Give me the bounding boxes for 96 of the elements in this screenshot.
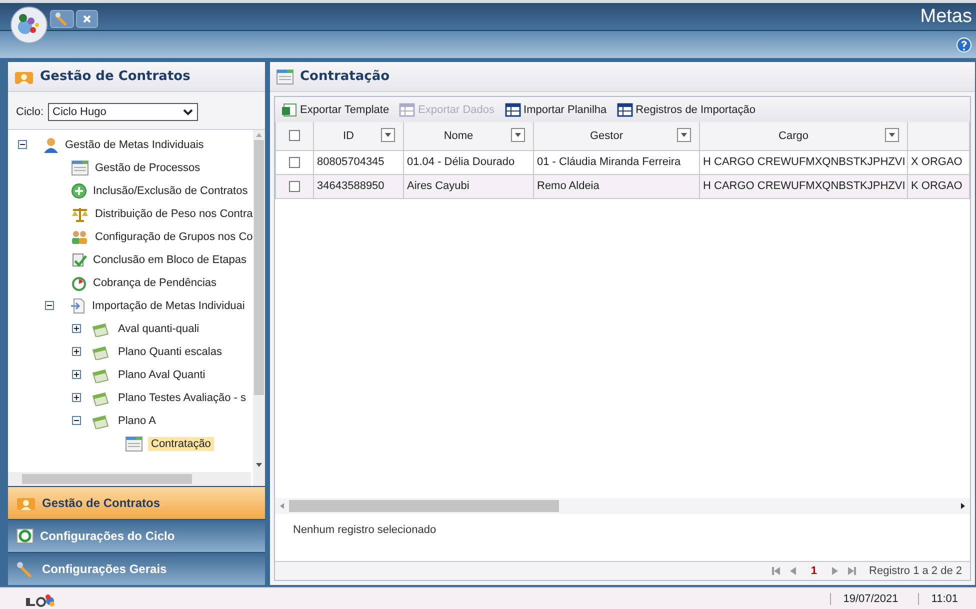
tree-item[interactable]: Plano Quanti escalas	[115, 344, 225, 358]
people-icon	[71, 228, 89, 244]
caret-icon	[680, 132, 688, 138]
calendar-icon	[91, 344, 109, 360]
document-icon	[125, 436, 143, 452]
column-menu-button[interactable]	[381, 128, 395, 142]
calendar-icon	[91, 320, 109, 336]
check-document-icon	[71, 252, 87, 268]
column-header: Cargo	[778, 130, 808, 142]
tree-item[interactable]: Configuração de Grupos nos Co	[92, 230, 253, 244]
person-icon	[43, 136, 59, 152]
table-cell: H CARGO CREWUFMXQNBSTKJPHZVI	[703, 156, 906, 168]
calendar-icon	[91, 390, 109, 406]
scroll-left-icon[interactable]	[279, 502, 285, 510]
tree-item[interactable]: Gestão de Processos	[92, 160, 204, 174]
tree-item[interactable]: Aval quanti-quali	[115, 322, 202, 336]
caret-icon	[514, 132, 522, 138]
table-icon	[399, 102, 416, 118]
previous-page-icon	[788, 566, 797, 576]
app-logo[interactable]	[10, 6, 48, 44]
table-cell: Aires Cayubi	[407, 180, 470, 192]
document-icon	[71, 160, 89, 176]
clock-icon	[71, 274, 87, 290]
toolbar-button[interactable]: Exportar Template	[281, 102, 390, 118]
cycle-icon	[16, 528, 34, 544]
table-cell: X ORGAO	[911, 156, 962, 168]
next-page-icon	[831, 566, 840, 576]
wrench-icon	[55, 12, 69, 26]
status-date: 19/07/2021	[830, 592, 910, 604]
horizontal-scrollbar[interactable]	[8, 472, 251, 486]
page-number: 1	[810, 565, 818, 577]
column-header: Gestor	[590, 130, 623, 142]
plus-circle-icon	[71, 182, 87, 198]
table-cell: H CARGO CREWUFMXQNBSTKJPHZVI	[703, 180, 906, 192]
row-checkbox[interactable]	[289, 180, 300, 192]
status-time: 11:01	[918, 592, 970, 604]
cycle-select[interactable]: Ciclo Hugo	[48, 103, 198, 121]
expand-toggle[interactable]	[72, 370, 81, 379]
horizontal-scrollbar[interactable]	[275, 498, 970, 514]
column-header: ID	[343, 130, 354, 142]
table-cell: Remo Aldeia	[537, 180, 600, 192]
selection-status: Nenhum registro selecionado	[293, 524, 436, 536]
person-folder-icon	[16, 495, 36, 511]
table-cell: 01 - Cláudia Miranda Ferreira	[537, 156, 681, 168]
close-tab[interactable]	[76, 10, 98, 28]
expand-toggle[interactable]	[72, 324, 81, 333]
last-page-icon	[847, 566, 858, 576]
scroll-right-icon[interactable]	[960, 502, 966, 510]
panel-title: Contratação	[300, 69, 390, 84]
vertical-scrollbar[interactable]	[253, 130, 265, 486]
tree-item[interactable]: Conclusão em Bloco de Etapas	[90, 252, 250, 266]
import-document-icon	[70, 298, 86, 314]
tree-item[interactable]: Importação de Metas Individuai	[89, 298, 248, 312]
caret-icon	[888, 132, 896, 138]
caret-icon	[384, 132, 392, 138]
app-title: Metas	[920, 6, 972, 28]
select-all-checkbox[interactable]	[289, 130, 300, 142]
column-header: Nome	[444, 130, 474, 142]
calendar-icon	[91, 366, 109, 382]
expand-toggle[interactable]	[72, 393, 81, 402]
expand-toggle[interactable]	[72, 347, 81, 356]
tree-item[interactable]: Plano Aval Quanti	[115, 368, 208, 382]
collapse-toggle[interactable]	[18, 140, 27, 149]
table-cell: 80805704345	[317, 156, 384, 168]
toolbar-button[interactable]: Importar Planilha	[504, 102, 607, 118]
tree-item[interactable]: Contratação	[148, 436, 214, 450]
toolbar-button[interactable]: Registros de Importação	[616, 102, 756, 118]
table-cell: 34643588950	[317, 180, 384, 192]
tree-item[interactable]: Cobrança de Pendências	[90, 276, 220, 290]
tree-item[interactable]: Plano Testes Avaliação - s	[115, 390, 250, 404]
cycle-label: Ciclo:	[16, 106, 44, 118]
tree-item[interactable]: Gestão de Metas Individuais	[62, 138, 207, 152]
collapse-toggle[interactable]	[45, 301, 54, 310]
table-cell: K ORGAO	[911, 180, 962, 192]
section-header[interactable]: Gestão de Contratos	[8, 486, 265, 519]
tree-item[interactable]: Inclusão/Exclusão de Contratos	[90, 184, 251, 198]
chevron-down-icon	[182, 108, 193, 116]
first-page-icon	[770, 566, 781, 576]
column-menu-button[interactable]	[511, 128, 525, 142]
table-icon	[504, 102, 521, 118]
close-icon	[83, 15, 91, 23]
document-icon	[276, 68, 294, 84]
spreadsheet-icon	[281, 102, 297, 118]
help-icon	[956, 36, 972, 52]
calendar-icon	[91, 412, 109, 428]
tree-item[interactable]: Plano A	[115, 414, 159, 428]
column-menu-button[interactable]	[677, 128, 691, 142]
table-cell: 01.04 - Délia Dourado	[407, 156, 515, 168]
panel-title: Gestão de Contratos	[40, 69, 190, 84]
tree-item[interactable]: Distribuição de Peso nos Contra	[92, 206, 253, 220]
collapse-toggle[interactable]	[72, 416, 81, 425]
record-count: Registro 1 a 2 de 2	[869, 565, 962, 577]
column-menu-button[interactable]	[885, 128, 899, 142]
table-icon	[616, 102, 633, 118]
scale-icon	[71, 206, 89, 222]
row-checkbox[interactable]	[289, 156, 300, 168]
